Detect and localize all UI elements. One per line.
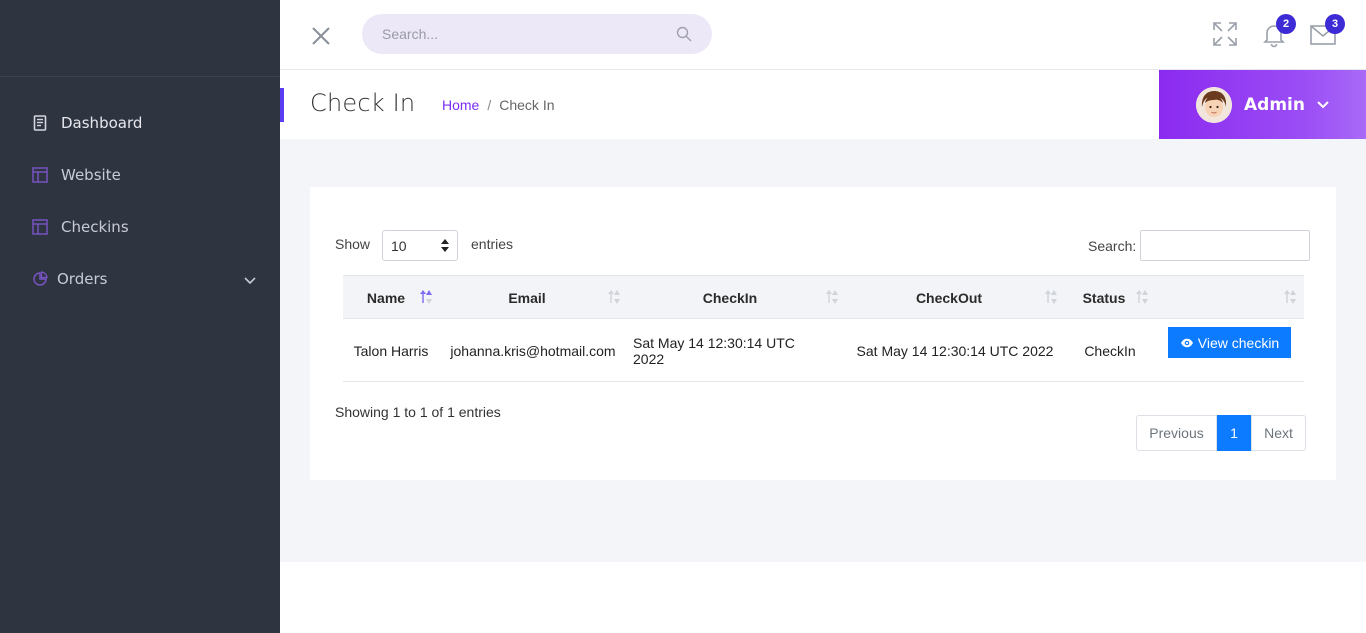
topbar: 2 3 (280, 0, 1366, 70)
column-header-status[interactable]: Status (1071, 276, 1137, 319)
entries-label: entries (471, 236, 514, 252)
column-header-label: Status (1082, 289, 1126, 306)
notification-bell-icon[interactable]: 2 (1260, 14, 1296, 48)
breadcrumb-separator: / (487, 97, 492, 113)
page-title: Check In (310, 89, 416, 117)
layout-icon (32, 219, 48, 235)
table-row: Talon Harris johanna.kris@hotmail.com Sa… (343, 319, 1304, 382)
sidebar-menu: Dashboard Website Checkins Orders (0, 97, 280, 305)
page-length-value: 10 (391, 237, 407, 254)
sidebar-item-label: Dashboard (61, 114, 143, 132)
pie-chart-icon (32, 271, 48, 287)
column-header-label: Name (366, 289, 406, 306)
table-search-label: Search: (1088, 238, 1137, 254)
sort-icon (1135, 289, 1149, 305)
select-arrows-icon (441, 239, 449, 255)
column-header-checkin[interactable]: CheckIn (633, 276, 827, 319)
notification-count-badge: 2 (1276, 14, 1296, 34)
breadcrumb: Home / Check In (442, 97, 555, 113)
sidebar-item-dashboard[interactable]: Dashboard (0, 97, 280, 149)
column-header-label: CheckIn (702, 289, 758, 306)
cell-email: johanna.kris@hotmail.com (450, 342, 616, 359)
user-name: Admin (1244, 94, 1305, 115)
column-header-name[interactable]: Name (343, 276, 429, 319)
sidebar-logo-area (0, 0, 280, 77)
page-1-button[interactable]: 1 (1217, 415, 1251, 451)
next-page-button[interactable]: Next (1251, 415, 1306, 451)
mail-icon[interactable]: 3 (1309, 14, 1345, 48)
table-search-input[interactable] (1140, 230, 1310, 261)
message-count-badge: 3 (1325, 14, 1345, 34)
cell-checkin: Sat May 14 12:30:14 UTC 2022 (633, 334, 795, 367)
page-header: Check In Home / Check In Admin (280, 70, 1366, 139)
checkins-table-card: Show 10 entries Search: Name Email Check… (310, 187, 1336, 480)
show-label: Show (335, 236, 371, 252)
sidebar-item-label: Website (61, 166, 121, 184)
search-bar (362, 14, 712, 54)
header-accent-bar (280, 88, 284, 122)
user-menu-button[interactable]: Admin (1159, 70, 1366, 139)
table-info: Showing 1 to 1 of 1 entries (335, 404, 501, 420)
chevron-down-icon (1317, 96, 1329, 114)
sort-icon (825, 289, 839, 305)
cell-name: Talon Harris (353, 342, 429, 359)
cell-status: CheckIn (1084, 342, 1136, 359)
sidebar-item-checkins[interactable]: Checkins (0, 201, 280, 253)
sort-icon (607, 289, 621, 305)
pagination: Previous 1 Next (1136, 415, 1306, 451)
layout-icon (32, 167, 48, 183)
avatar (1196, 86, 1232, 123)
sidebar: Dashboard Website Checkins Orders (0, 0, 280, 633)
sidebar-item-label: Checkins (61, 218, 129, 236)
eye-icon (1180, 335, 1194, 351)
chevron-down-icon (244, 271, 256, 289)
view-checkin-label: View checkin (1197, 334, 1280, 351)
sort-icon (1044, 289, 1058, 305)
view-checkin-button[interactable]: View checkin (1168, 327, 1291, 358)
breadcrumb-current: Check In (499, 97, 555, 113)
breadcrumb-home-link[interactable]: Home (442, 97, 479, 113)
column-header-action[interactable] (1161, 276, 1301, 319)
column-header-label: CheckOut (915, 289, 983, 306)
search-icon[interactable] (676, 26, 692, 42)
sort-icon (1283, 289, 1297, 305)
fullscreen-icon[interactable] (1211, 20, 1239, 48)
page-length-select[interactable]: 10 (382, 230, 458, 261)
column-header-label: Email (508, 289, 546, 306)
sort-ascending-icon (419, 289, 433, 305)
column-header-checkout[interactable]: CheckOut (853, 276, 1045, 319)
previous-page-button[interactable]: Previous (1136, 415, 1217, 451)
cell-checkout: Sat May 14 12:30:14 UTC 2022 (856, 342, 1054, 359)
search-input[interactable] (362, 14, 712, 54)
sidebar-item-website[interactable]: Website (0, 149, 280, 201)
column-header-email[interactable]: Email (453, 276, 601, 319)
book-icon (32, 115, 48, 131)
table-header: Name Email CheckIn CheckOut Status (343, 275, 1304, 319)
sidebar-item-orders[interactable]: Orders (0, 253, 280, 305)
close-icon[interactable] (310, 25, 332, 47)
